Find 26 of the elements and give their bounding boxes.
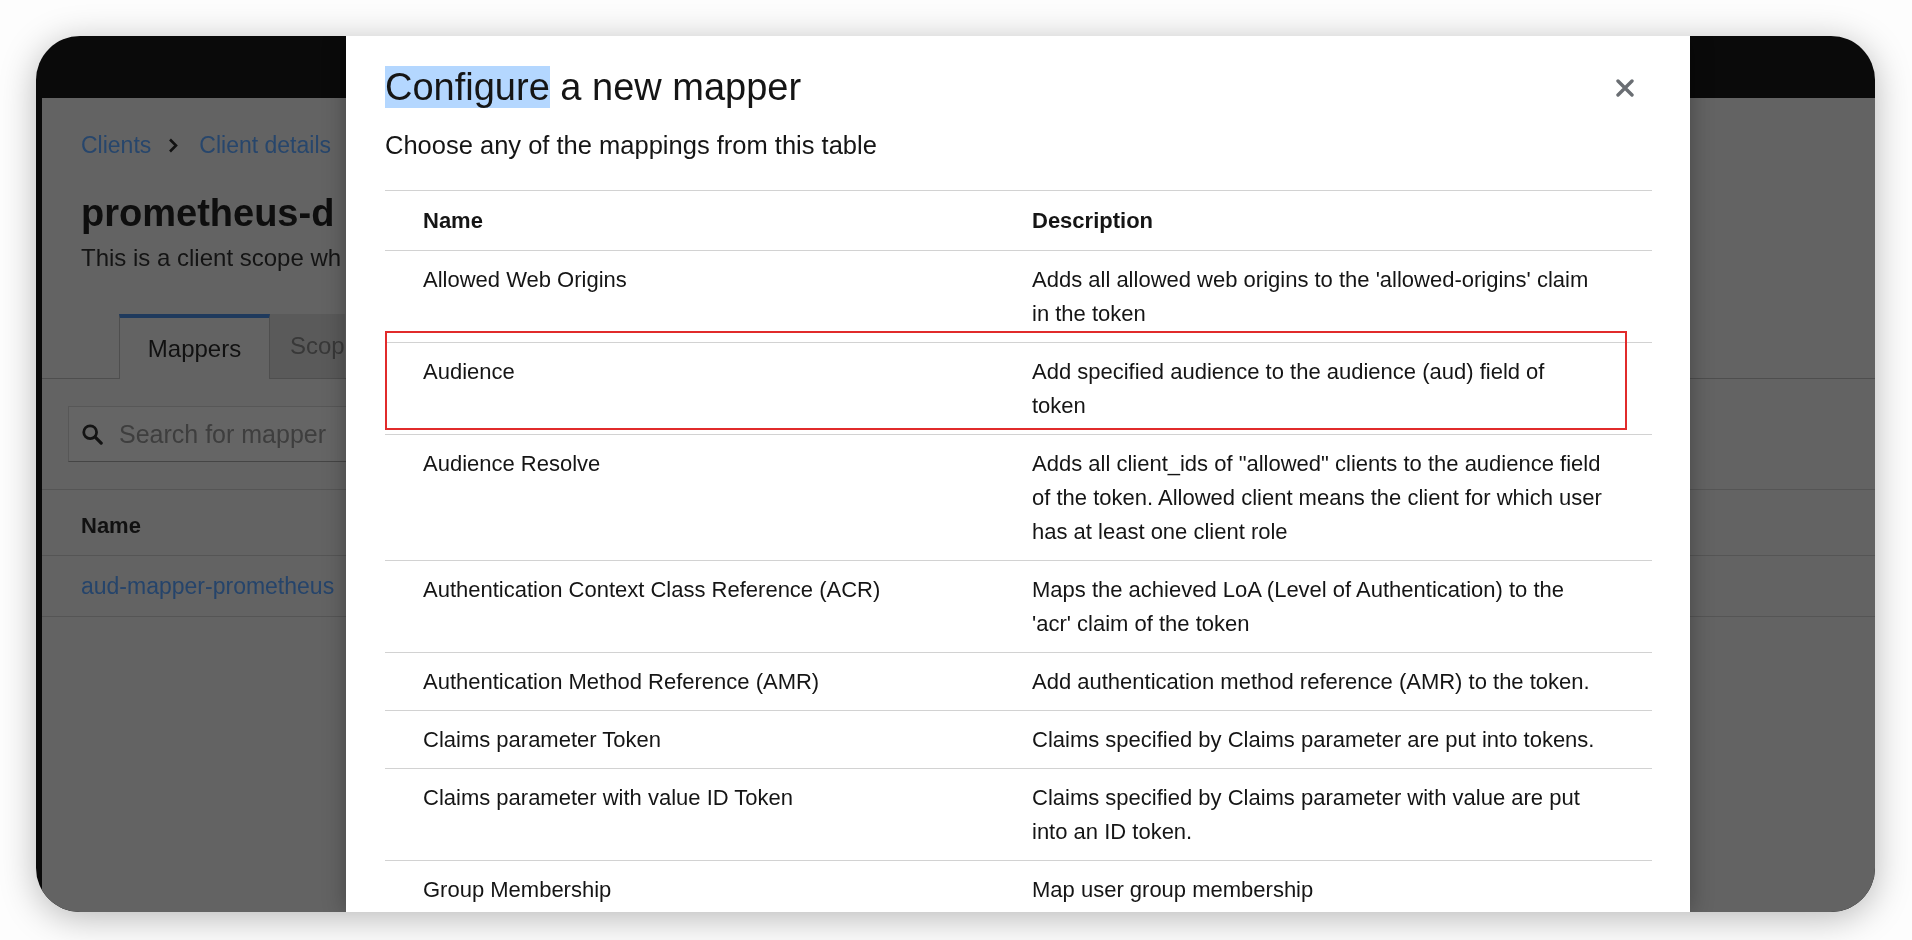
page-description: This is a client scope wh bbox=[81, 243, 342, 273]
mapper-name[interactable]: Audience Resolve bbox=[423, 446, 601, 481]
mapper-description: Maps the achieved LoA (Level of Authentication) to the 'acr' claim of the token bbox=[1032, 575, 1566, 638]
mapper-name[interactable]: Audience bbox=[423, 354, 515, 389]
column-header: Name bbox=[423, 207, 483, 235]
mapper-description: Claims specified by Claims parameter are put into tokens. bbox=[1032, 725, 1596, 754]
mapper-description: Claims specified by Claims parameter with value are put into an ID token. bbox=[1032, 783, 1581, 846]
search-icon bbox=[81, 423, 103, 445]
mapper-name[interactable]: Authentication Method Reference (AMR) bbox=[423, 664, 820, 699]
chevron-icon bbox=[168, 137, 179, 153]
mapper-name[interactable]: Claims parameter Token bbox=[423, 722, 662, 757]
close-icon bbox=[1616, 78, 1634, 97]
mapper-name[interactable]: Authentication Context Class Reference (ACR) bbox=[423, 572, 881, 607]
mapper-description: Adds all client_ids of "allowed" clients to the audience field of the token. Allowed client means the client for which user has at least one client role bbox=[1032, 449, 1603, 546]
mapper-name[interactable]: Group Membership bbox=[423, 872, 612, 907]
mapper-description: Add specified audience to the audience (aud) field of token bbox=[1032, 357, 1546, 420]
mapper-description: Map user group membership bbox=[1032, 875, 1315, 904]
mapper-description: Add authentication method reference (AMR) to the token. bbox=[1032, 667, 1591, 696]
page-title: prometheus-d bbox=[81, 191, 335, 236]
column-header: Name bbox=[81, 511, 141, 540]
mapper-description: Adds all allowed web origins to the 'allowed-origins' claim in the token bbox=[1032, 265, 1590, 328]
mapper-name[interactable]: Claims parameter with value ID Token bbox=[423, 780, 794, 815]
modal-title: Configure a new mapper bbox=[385, 65, 802, 110]
column-header: Description bbox=[1032, 207, 1154, 235]
modal-description: Choose any of the mappings from this table bbox=[385, 130, 877, 161]
mapper-name[interactable]: Allowed Web Origins bbox=[423, 262, 627, 297]
